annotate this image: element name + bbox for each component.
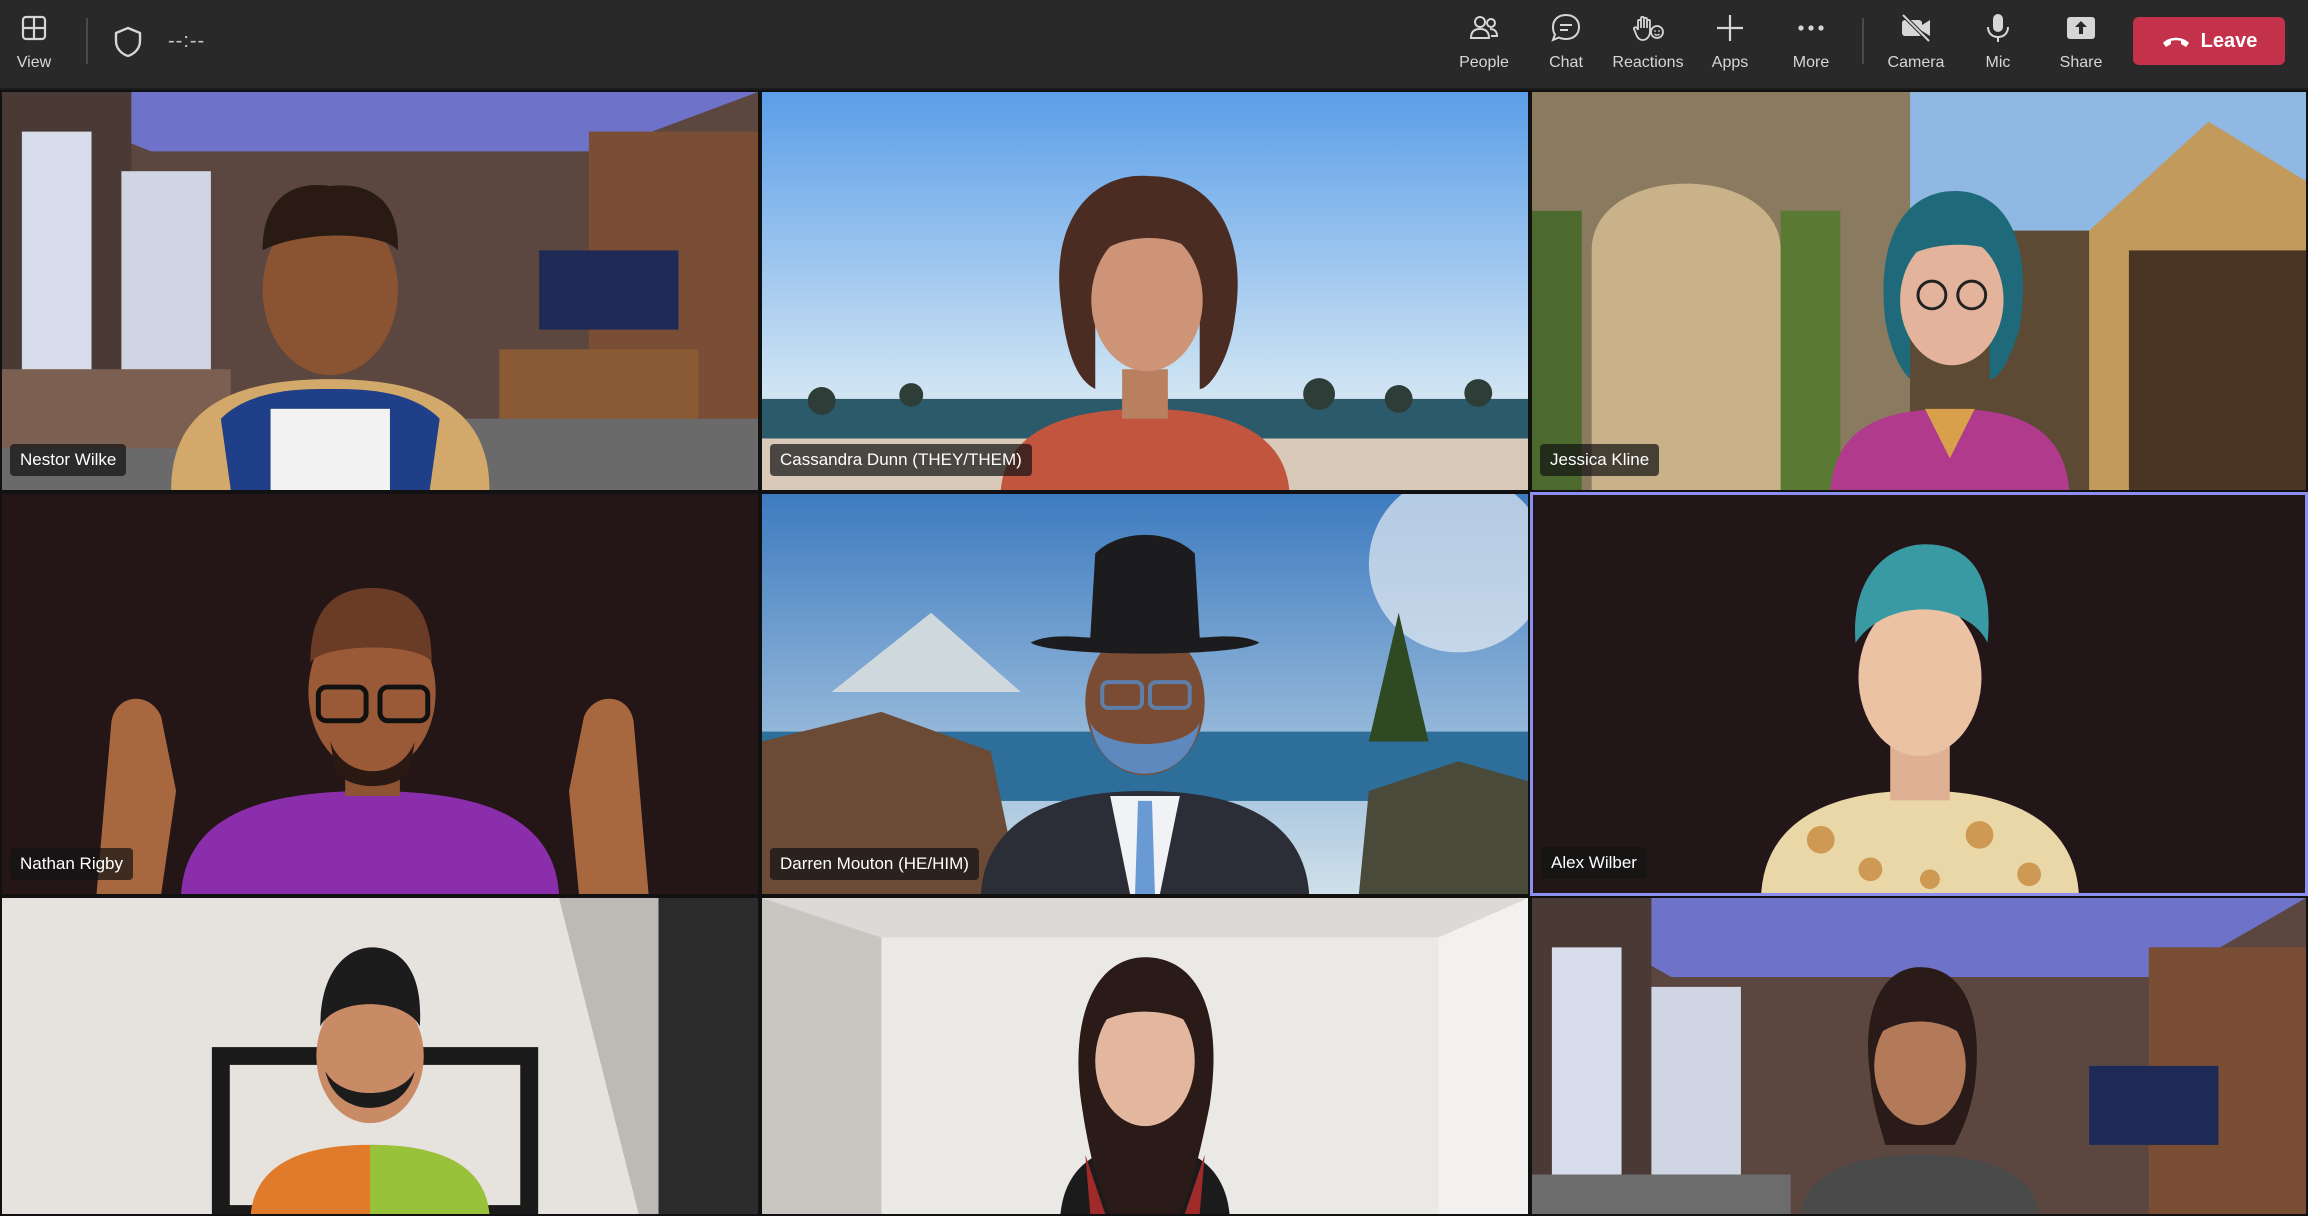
hang-up-icon	[2162, 37, 2189, 47]
people-button[interactable]: People	[1456, 10, 1512, 76]
reactions-icon	[1633, 15, 1664, 41]
video-grid: Nestor Wilke Cassandra Dunn (THEY/THEM) …	[0, 90, 2308, 1216]
avatar-video	[762, 92, 1528, 490]
share-icon	[2067, 17, 2095, 39]
chat-label: Chat	[1549, 54, 1583, 71]
camera-off-icon	[1901, 13, 1931, 43]
toolbar-divider	[1862, 18, 1864, 64]
mic-button[interactable]: Mic	[1978, 10, 2018, 76]
avatar-video	[762, 494, 1528, 894]
participant-name: Nestor Wilke	[10, 444, 127, 476]
participant-tile[interactable]: Nestor Wilke	[0, 90, 760, 492]
chat-icon	[1551, 13, 1581, 42]
participant-name: Jessica Kline	[1540, 444, 1660, 476]
participant-tile-active-speaker[interactable]: Alex Wilber	[1530, 492, 2308, 896]
participant-tile[interactable]: Cassandra Dunn (THEY/THEM)	[760, 90, 1530, 492]
participant-tile[interactable]: Jessica Kline	[1530, 90, 2308, 492]
mic-icon	[1987, 14, 2009, 42]
more-button[interactable]: More	[1788, 10, 1834, 76]
camera-button[interactable]: Camera	[1886, 10, 1946, 76]
reactions-button[interactable]: Reactions	[1610, 10, 1686, 76]
avatar-video	[1532, 898, 2306, 1214]
more-icon	[1798, 25, 1824, 31]
share-button[interactable]: Share	[2058, 10, 2104, 76]
participant-tile[interactable]: Nathan Rigby	[0, 492, 760, 896]
people-label: People	[1459, 54, 1509, 71]
view-button[interactable]: View	[14, 10, 54, 76]
participant-name: Cassandra Dunn (THEY/THEM)	[770, 444, 1032, 476]
meeting-timer: --:--	[168, 30, 206, 52]
view-label: View	[16, 54, 52, 71]
participant-tile[interactable]	[0, 896, 760, 1216]
avatar-video	[762, 898, 1528, 1214]
leave-label: Leave	[2200, 29, 2258, 52]
camera-label: Camera	[1887, 54, 1945, 71]
share-label: Share	[2059, 54, 2103, 71]
participant-name: Alex Wilber	[1541, 847, 1647, 879]
grid-view-icon	[21, 15, 47, 41]
avatar-video	[1532, 92, 2306, 490]
participant-tile[interactable]	[760, 896, 1530, 1216]
mic-label: Mic	[1985, 54, 2011, 71]
participant-tile[interactable]	[1530, 896, 2308, 1216]
avatar-video	[1533, 495, 2305, 893]
more-label: More	[1792, 54, 1830, 71]
chat-button[interactable]: Chat	[1544, 10, 1588, 76]
participant-name: Darren Mouton (HE/HIM)	[770, 848, 979, 880]
participant-name: Nathan Rigby	[10, 848, 134, 880]
meeting-toolbar: View --:-- People Chat Reactions Apps Mo…	[0, 0, 2308, 88]
apps-button[interactable]: Apps	[1708, 10, 1752, 76]
leave-button[interactable]: Leave	[2133, 17, 2285, 65]
reactions-label: Reactions	[1612, 54, 1684, 71]
participant-tile[interactable]: Darren Mouton (HE/HIM)	[760, 492, 1530, 896]
people-icon	[1469, 16, 1499, 39]
toolbar-divider	[86, 18, 88, 64]
avatar-video	[2, 92, 758, 490]
shield-icon[interactable]	[110, 24, 146, 60]
avatar-video	[2, 494, 758, 894]
avatar-video	[2, 898, 758, 1214]
plus-icon	[1717, 15, 1743, 41]
apps-label: Apps	[1711, 54, 1749, 71]
